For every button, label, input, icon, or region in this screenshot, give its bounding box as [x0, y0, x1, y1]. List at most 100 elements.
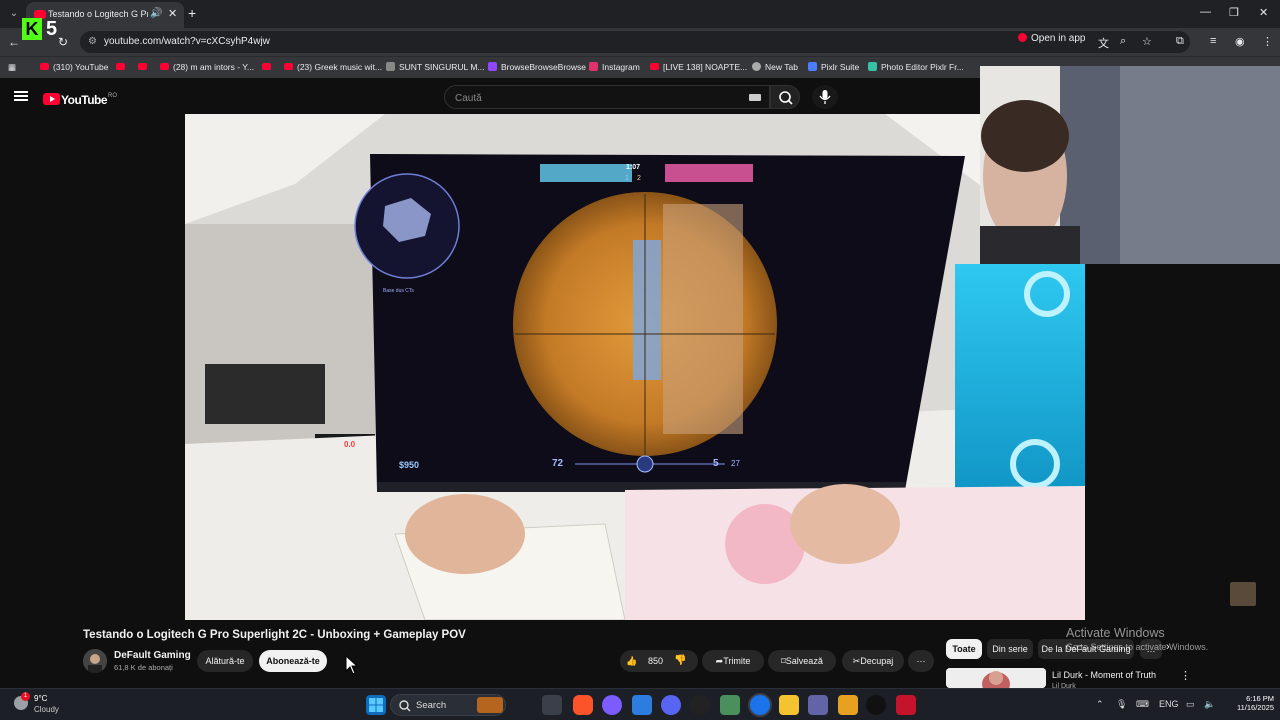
open-in-app-button[interactable]: Open in app	[1018, 33, 1086, 51]
record-app-icon[interactable]	[896, 695, 916, 715]
clock-time: 6:16 PM	[1246, 694, 1274, 703]
bookmark-label: Photo Editor Pixlr Fr...	[881, 62, 964, 72]
task-view-icon[interactable]	[542, 695, 562, 715]
suggestion-menu-icon[interactable]: ⋮	[1180, 669, 1191, 682]
file-explorer-icon[interactable]	[779, 695, 799, 715]
translate-icon[interactable]: 文	[1098, 35, 1109, 51]
streamer-webcam	[980, 66, 1280, 264]
bookmark-item[interactable]	[138, 62, 151, 72]
kick-k-icon: K	[22, 18, 42, 40]
calculator-icon[interactable]	[720, 695, 740, 715]
bookmark-item[interactable]: (23) Greek music wit...	[284, 62, 382, 72]
back-arrow-icon[interactable]: ←	[8, 35, 20, 49]
youtube-search-button[interactable]	[770, 85, 800, 109]
keyboard-icon[interactable]	[749, 94, 761, 101]
kick-overlay-number: 5	[46, 18, 58, 40]
teams-icon[interactable]	[808, 695, 828, 715]
minimize-icon[interactable]: —	[1200, 6, 1211, 18]
address-toolbar: ← ↻ ⚙ youtube.com/watch?v=cXCsyhP4wjw	[0, 28, 1280, 56]
url-text[interactable]: youtube.com/watch?v=cXCsyhP4wjw	[104, 36, 270, 47]
bookmark-item[interactable]: Instagram	[589, 62, 640, 72]
bookmark-item[interactable]: (310) YouTube	[40, 62, 108, 72]
bookmark-item[interactable]	[116, 62, 129, 72]
suggestion-thumbnail[interactable]	[946, 668, 1046, 688]
restore-icon[interactable]: ❐	[1229, 6, 1239, 19]
volume-icon[interactable]: 🔈	[1204, 699, 1215, 710]
microphone-tray-icon[interactable]: 🎙	[1116, 699, 1127, 710]
bookmark-item[interactable]: Pixlr Suite	[808, 62, 859, 72]
audio-playing-icon[interactable]: 🔊	[150, 8, 162, 19]
keyboard-tray-icon[interactable]: ⌨	[1136, 699, 1149, 710]
miniplayer-avatar[interactable]	[1230, 582, 1256, 606]
new-tab-icon[interactable]: +	[188, 5, 196, 21]
subscribe-button[interactable]: Abonează-te	[259, 650, 327, 672]
thumbs-down-icon[interactable]: 👎	[674, 650, 686, 672]
chip-series[interactable]: Din serie	[987, 639, 1033, 659]
zoom-icon[interactable]: ⌕	[1120, 35, 1126, 48]
bookmark-item[interactable]	[262, 62, 275, 72]
youtube-icon	[138, 63, 147, 70]
tab-close-icon[interactable]: ✕	[168, 7, 177, 20]
bookmark-label: New Tab	[765, 62, 798, 72]
taskbar-search-box[interactable]: Search	[390, 694, 506, 716]
system-clock[interactable]: 6:16 PM 11/16/2025	[1228, 694, 1274, 712]
bookmark-star-icon[interactable]: ☆	[1142, 35, 1152, 48]
desk-device-readout: 0.0	[344, 440, 356, 449]
watermark-subtitle: Go to Settings to activate Windows.	[1066, 642, 1209, 652]
profile-avatar-icon[interactable]: ◉	[1235, 35, 1245, 48]
youtube-search-input[interactable]	[455, 90, 735, 106]
tray-overflow-icon[interactable]: ⌃	[1096, 699, 1104, 710]
bookmark-item[interactable]: (28) m am intors - Y...	[160, 62, 254, 72]
bookmark-label: (23) Greek music wit...	[297, 62, 383, 72]
search-icon	[399, 700, 411, 712]
discord-icon[interactable]	[661, 695, 681, 715]
clip-button[interactable]: ✂ Decupaj	[842, 650, 904, 672]
app-pinned-icon[interactable]	[838, 695, 858, 715]
store-icon[interactable]	[632, 695, 652, 715]
bookmark-item[interactable]: [LIVE 138] NOAPTE...	[650, 62, 747, 72]
brave-browser-icon[interactable]	[573, 695, 593, 715]
subscriber-count: 61,8 K de abonați	[114, 663, 173, 672]
windows-taskbar: 1 9°C Cloudy Search ⌃ 🎙 ⌨ ENG ▭ 🔈 6:16 P…	[0, 688, 1280, 720]
browser-menu-icon[interactable]: ⋮	[1262, 35, 1273, 48]
video-player[interactable]: 1:07 1 2 Base dus CTs $950 72 5 27 0.0	[185, 114, 1085, 620]
chrome-icon[interactable]	[750, 695, 770, 715]
language-indicator[interactable]: ENG	[1159, 699, 1179, 709]
windows-start-icon[interactable]	[366, 695, 386, 715]
youtube-icon	[262, 63, 271, 70]
copilot-icon[interactable]	[602, 695, 622, 715]
extensions-icon[interactable]: ⧉	[1176, 35, 1184, 48]
save-button[interactable]: ⌑ Salvează	[768, 650, 836, 672]
thumbs-up-icon: 👍	[626, 656, 638, 666]
channel-name[interactable]: DeFault Gaming	[114, 650, 191, 661]
bookmark-item[interactable]: Photo Editor Pixlr Fr...	[868, 62, 964, 72]
chip-all[interactable]: Toate	[946, 639, 982, 659]
webcam-overlay	[980, 66, 1280, 264]
bookmark-label: Instagram	[602, 62, 640, 72]
site-info-icon[interactable]: ⚙	[88, 36, 97, 47]
round-timer: 1:07	[626, 164, 641, 171]
bookmark-label: (310) YouTube	[53, 62, 109, 72]
youtube-logo[interactable]: YouTubeRO	[43, 91, 117, 107]
bookmark-item[interactable]: BrowseBrowseBrowse	[488, 62, 586, 72]
steam-icon[interactable]	[690, 695, 710, 715]
bookmark-item[interactable]: SUNT SINGURUL M...	[386, 62, 484, 72]
share-button[interactable]: ➦ Trimite	[702, 650, 764, 672]
voice-search-button[interactable]	[812, 85, 838, 109]
weather-condition: Cloudy	[34, 705, 59, 714]
window-close-icon[interactable]: ✕	[1259, 6, 1268, 19]
hamburger-menu-icon[interactable]	[14, 91, 28, 101]
ammo-reserve: 27	[731, 459, 740, 468]
like-count: 850	[648, 656, 664, 666]
clock-date: 11/16/2025	[1237, 703, 1274, 712]
network-icon[interactable]: ▭	[1186, 699, 1195, 710]
suggestion-title[interactable]: Lil Durk - Moment of Truth	[1052, 670, 1156, 680]
join-button[interactable]: Alătură-te	[197, 650, 253, 672]
more-actions-button[interactable]: ⋯	[908, 650, 934, 672]
apps-grid-icon[interactable]: ▦	[8, 62, 16, 73]
folder-icon	[386, 62, 395, 71]
epic-g-icon[interactable]	[866, 695, 886, 715]
channel-avatar[interactable]	[83, 649, 107, 673]
bookmark-item[interactable]: New Tab	[752, 62, 798, 72]
media-controls-icon[interactable]: ≡	[1210, 35, 1216, 47]
